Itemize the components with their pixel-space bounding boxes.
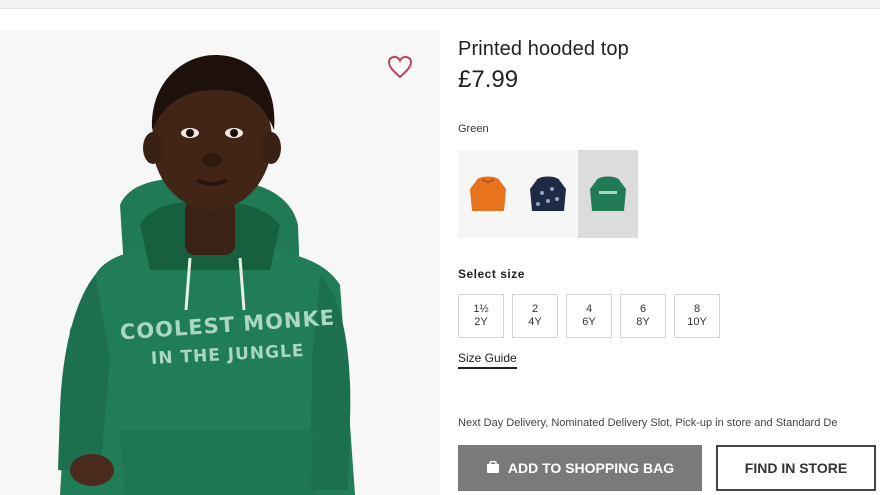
product-price: £7.99 — [458, 66, 519, 93]
size-option-bottom: 2Y — [474, 316, 488, 328]
size-option-bottom: 10Y — [687, 316, 707, 328]
selected-color-label: Green — [458, 123, 489, 135]
product-title: Printed hooded top — [458, 38, 629, 60]
size-option[interactable]: 1½ 2Y — [458, 294, 504, 338]
product-image: COOLEST MONKE IN THE JUNGLE — [0, 30, 440, 495]
size-option[interactable]: 2 4Y — [512, 294, 558, 338]
delivery-info: Next Day Delivery, Nominated Delivery Sl… — [458, 417, 838, 429]
size-option-top: 2 — [531, 303, 539, 315]
size-options: 1½ 2Y 2 4Y 4 6Y 6 8Y 8 10Y — [458, 294, 720, 338]
color-swatches — [458, 150, 638, 238]
size-option[interactable]: 8 10Y — [674, 294, 720, 338]
size-option-top: 4 — [585, 303, 593, 315]
size-option-bottom: 4Y — [528, 316, 542, 328]
orange-hoodie-icon — [470, 176, 506, 211]
select-size-label: Select size — [458, 267, 525, 281]
add-to-bag-button[interactable]: ADD TO SHOPPING BAG — [458, 445, 702, 491]
color-swatch-green[interactable] — [578, 150, 638, 238]
size-option-bottom: 8Y — [636, 316, 650, 328]
shopping-bag-icon — [486, 460, 500, 477]
size-guide-link[interactable]: Size Guide — [458, 351, 517, 369]
find-in-store-button[interactable]: FIND IN STORE — [716, 445, 876, 491]
green-hoodie-icon — [590, 176, 626, 211]
size-option[interactable]: 4 6Y — [566, 294, 612, 338]
size-option-bottom: 6Y — [582, 316, 596, 328]
color-swatch-navy[interactable] — [518, 150, 578, 238]
top-bar — [0, 0, 880, 9]
size-option-top: 6 — [639, 303, 647, 315]
heart-outline-icon[interactable] — [386, 54, 414, 80]
color-swatch-orange[interactable] — [458, 150, 518, 238]
add-to-bag-label: ADD TO SHOPPING BAG — [507, 460, 675, 476]
size-option[interactable]: 6 8Y — [620, 294, 666, 338]
size-option-top: 8 — [693, 303, 701, 315]
size-option-top: 1½ — [473, 303, 489, 315]
navy-print-hoodie-icon — [530, 176, 566, 211]
